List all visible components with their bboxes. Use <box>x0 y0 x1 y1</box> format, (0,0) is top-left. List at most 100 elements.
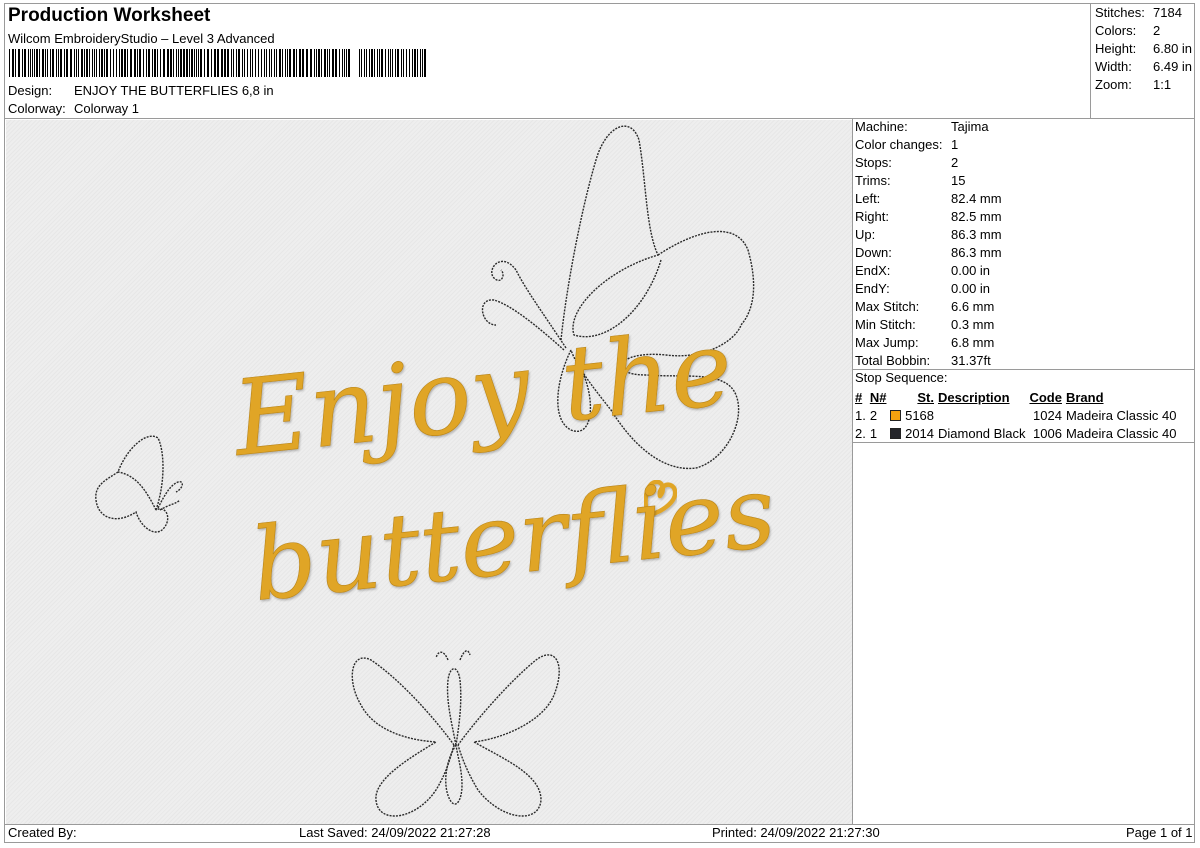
barcode-bar <box>127 49 128 77</box>
spec-label: Down: <box>855 245 892 260</box>
spec-label: Up: <box>855 227 876 242</box>
design-label: Design: <box>8 83 53 98</box>
barcode-bar <box>255 49 256 77</box>
stop-code: 1024 <box>1033 408 1062 423</box>
barcode-bar <box>242 49 243 77</box>
stop-needle: 1 <box>869 426 878 441</box>
design-text-line-2: butterflies <box>246 453 780 624</box>
barcode-bar <box>401 49 402 77</box>
footer-page: Page 1 of 1 <box>1126 825 1193 840</box>
embroidered-text: Enjoy the butterflies <box>226 306 781 624</box>
barcode-bar <box>274 49 275 77</box>
barcode-bar <box>287 49 288 77</box>
barcode-bar <box>348 49 350 77</box>
barcode-bar <box>56 49 57 77</box>
barcode-bar <box>406 49 407 77</box>
stat-label: Width: <box>1095 59 1132 74</box>
spec-label: EndX: <box>855 263 891 278</box>
barcode-bar <box>42 49 44 77</box>
spec-value: 15 <box>951 173 966 188</box>
page-title: Production Worksheet <box>8 5 211 26</box>
barcode-bar <box>321 49 322 77</box>
barcode-bar <box>36 49 38 77</box>
spec-label: Trims: <box>855 173 891 188</box>
barcode-bar <box>231 49 232 77</box>
spec-value: Tajima <box>951 119 989 134</box>
barcode-bar <box>24 49 26 77</box>
barcode-bar <box>130 49 132 77</box>
barcode-bar <box>28 49 29 77</box>
barcode-bar <box>335 49 337 77</box>
barcode-bar <box>84 49 85 77</box>
barcode-bar <box>306 49 308 77</box>
spec-label: Machine: <box>855 119 908 134</box>
spec-value: 0.00 in <box>951 281 991 296</box>
barcode-bar <box>388 49 389 77</box>
spec-endx: EndX: 0.00 in <box>855 262 1195 280</box>
barcode-bar <box>116 49 117 77</box>
barcode-bar <box>392 49 393 77</box>
colorway-label: Colorway: <box>8 101 66 116</box>
barcode-bar <box>261 49 262 77</box>
barcode-bar <box>342 49 343 77</box>
small-butterfly-outline <box>95 435 183 533</box>
spec-value: 2 <box>951 155 959 170</box>
stop-num: 1. <box>855 408 866 423</box>
spec-label: Max Jump: <box>855 335 919 350</box>
spec-down: Down: 86.3 mm <box>855 244 1195 262</box>
barcode-bar <box>364 49 365 77</box>
barcode-bar <box>106 49 108 77</box>
barcode-bar <box>214 49 216 77</box>
barcode-bar <box>395 49 396 77</box>
barcode-bar <box>422 49 423 77</box>
spec-max-stitch: Max Stitch: 6.6 mm <box>855 298 1195 316</box>
spec-left: Left: 82.4 mm <box>855 190 1195 208</box>
barcode-bar <box>163 49 165 77</box>
barcode-bar <box>152 49 153 77</box>
barcode-bar <box>244 49 245 77</box>
spec-value: 82.5 mm <box>951 209 1002 224</box>
barcode-bar <box>173 49 174 77</box>
stop-num: 2. <box>855 426 866 441</box>
barcode-bar <box>39 49 40 77</box>
barcode-bar <box>409 49 410 77</box>
spec-total-bobbin: Total Bobbin: 31.37ft <box>855 352 1195 370</box>
barcode-bar <box>191 49 193 77</box>
barcode-bar <box>224 49 226 77</box>
barcode-bar <box>124 49 126 77</box>
barcode-bar <box>377 49 378 77</box>
barcode-bar <box>12 49 14 77</box>
barcode-bar <box>285 49 286 77</box>
barcode-bar <box>176 49 177 77</box>
col-description: Description <box>938 390 1010 405</box>
spec-endy: EndY: 0.00 in <box>855 280 1195 298</box>
barcode-bar <box>310 49 312 77</box>
barcode-bar <box>143 49 144 77</box>
barcode-bar <box>397 49 399 77</box>
barcode-bar <box>227 49 229 77</box>
barcode-bar <box>221 49 223 77</box>
spec-label: Left: <box>855 191 881 206</box>
barcode-bar <box>414 49 416 77</box>
barcode-bar <box>58 49 59 77</box>
barcode-bar <box>374 49 375 77</box>
barcode-bar <box>76 49 77 77</box>
stat-label: Zoom: <box>1095 77 1132 92</box>
stop-stitches: 2014 <box>888 425 936 443</box>
spec-value: 86.3 mm <box>951 227 1002 242</box>
barcode-bar <box>81 49 83 77</box>
stat-label: Colors: <box>1095 23 1137 38</box>
software-name: Wilcom EmbroideryStudio – Level 3 Advanc… <box>8 31 275 46</box>
spec-label: Stops: <box>855 155 892 170</box>
barcode-bar <box>420 49 421 77</box>
barcode-bar <box>279 49 281 77</box>
barcode-bar <box>276 49 277 77</box>
barcode-bar <box>252 49 253 77</box>
stop-row: 2. 1 2014 Diamond Black 1006 Madeira Cla… <box>853 425 1179 443</box>
barcode-bar <box>385 49 386 77</box>
barcode-bar <box>403 49 404 77</box>
barcode-bar <box>271 49 272 77</box>
spec-max-jump: Max Jump: 6.8 mm <box>855 334 1195 352</box>
barcode-bar <box>282 49 283 77</box>
stat-value: 2 <box>1153 23 1161 38</box>
